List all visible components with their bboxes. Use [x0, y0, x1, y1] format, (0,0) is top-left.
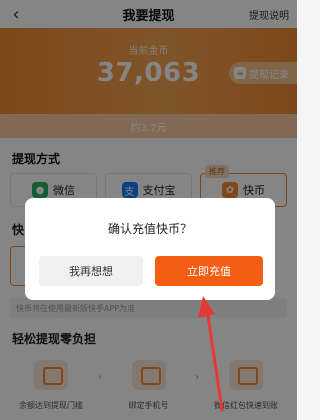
confirm-dialog: 确认充值快币？ 我再想想 立即充值 — [25, 198, 275, 300]
withdraw-page: ‹ 我要提现 提现说明 当前金币 37,063 ≡ 提现记录 约3.7元 提现方… — [0, 0, 297, 420]
confirm-recharge-button[interactable]: 立即充值 — [155, 256, 263, 286]
dialog-message: 确认充值快币？ — [107, 222, 192, 236]
cancel-button[interactable]: 我再想想 — [39, 256, 143, 286]
